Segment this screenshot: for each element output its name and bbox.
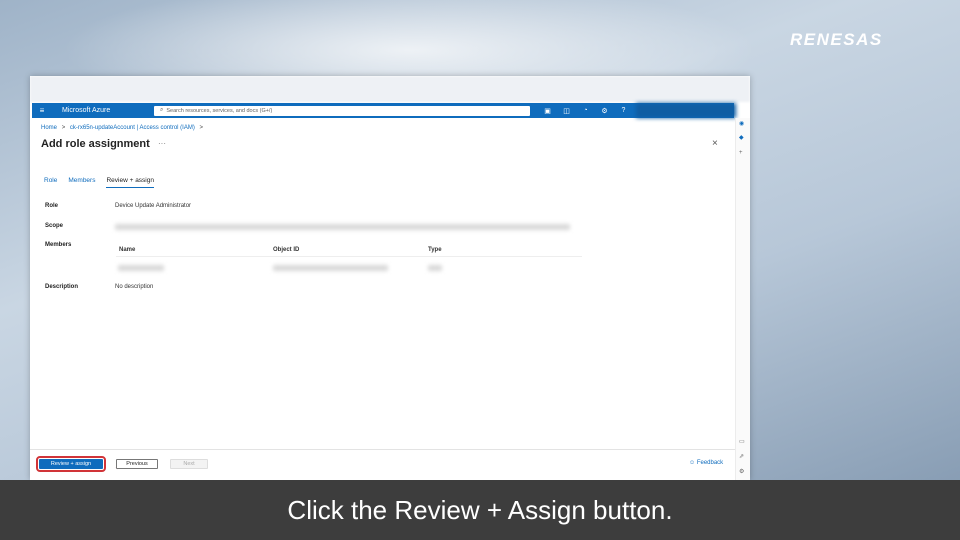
scope-label: Scope bbox=[45, 223, 64, 229]
member-object-id-blurred bbox=[273, 265, 388, 271]
review-assign-button[interactable]: Review + assign bbox=[36, 456, 106, 472]
close-icon[interactable]: × bbox=[712, 138, 718, 149]
tab-bar: Role Members Review + assign bbox=[44, 177, 165, 188]
browser-window: ≡ Microsoft Azure ⌕ Search resources, se… bbox=[30, 76, 750, 480]
members-col-name: Name bbox=[119, 247, 136, 253]
rail-add-icon[interactable]: + bbox=[739, 150, 743, 156]
browser-side-rail: ◉ ◆ + ▭ ⇗ ⚙ bbox=[735, 118, 750, 480]
gear-icon[interactable]: ⚙ bbox=[595, 107, 614, 115]
more-options-icon[interactable]: ··· bbox=[158, 139, 166, 148]
help-icon[interactable]: ? bbox=[614, 107, 633, 115]
bell-icon[interactable]: ◔ bbox=[576, 107, 595, 115]
azure-top-bar: ≡ Microsoft Azure ⌕ Search resources, se… bbox=[32, 103, 734, 118]
breadcrumb-separator: > bbox=[199, 125, 204, 131]
members-label: Members bbox=[45, 242, 72, 248]
member-type-blurred bbox=[428, 265, 442, 271]
next-button: Next bbox=[170, 459, 208, 469]
breadcrumb: Home > ck-rx65n-updateAccount | Access c… bbox=[41, 125, 206, 131]
search-input[interactable]: ⌕ Search resources, services, and docs (… bbox=[154, 105, 530, 116]
rail-settings-icon[interactable]: ⚙ bbox=[739, 468, 744, 475]
search-placeholder: Search resources, services, and docs (G+… bbox=[166, 107, 273, 114]
rail-search-icon[interactable]: ◉ bbox=[739, 120, 744, 127]
scope-value-blurred bbox=[115, 224, 570, 230]
members-col-type: Type bbox=[428, 247, 442, 253]
tab-role[interactable]: Role bbox=[44, 177, 57, 188]
role-label: Role bbox=[45, 203, 59, 209]
tab-review-assign[interactable]: Review + assign bbox=[106, 177, 154, 188]
feedback-link[interactable]: ☺ Feedback bbox=[689, 460, 723, 466]
description-value: No description bbox=[115, 284, 154, 290]
rail-external-icon[interactable]: ⇗ bbox=[739, 453, 744, 460]
page-title: Add role assignment bbox=[41, 138, 150, 150]
hamburger-menu-icon[interactable]: ≡ bbox=[32, 106, 52, 115]
blurred-browser-chrome bbox=[30, 76, 750, 102]
renesas-logo: RENESAS bbox=[790, 30, 883, 49]
topbar-icons: ▣ ◫ ◔ ⚙ ? ☺ bbox=[538, 107, 652, 115]
members-header-divider bbox=[116, 256, 582, 257]
role-value: Device Update Administrator bbox=[115, 203, 192, 209]
description-label: Description bbox=[45, 284, 79, 290]
copilot-icon[interactable]: ◫ bbox=[557, 107, 576, 115]
search-icon: ⌕ bbox=[160, 107, 164, 113]
previous-button[interactable]: Previous bbox=[116, 459, 158, 469]
terminal-icon[interactable]: ▣ bbox=[538, 107, 557, 115]
breadcrumb-home[interactable]: Home bbox=[41, 125, 57, 131]
tutorial-caption: Click the Review + Assign button. bbox=[0, 480, 960, 540]
tab-members[interactable]: Members bbox=[68, 177, 95, 188]
breadcrumb-resource[interactable]: ck-rx65n-updateAccount | Access control … bbox=[70, 125, 195, 131]
member-name-blurred bbox=[118, 265, 164, 271]
feedback-label: Feedback bbox=[696, 460, 724, 466]
rail-split-icon[interactable]: ▭ bbox=[739, 438, 745, 445]
rail-copilot-icon[interactable]: ◆ bbox=[739, 134, 744, 141]
breadcrumb-separator: > bbox=[61, 125, 66, 131]
blurred-account-area bbox=[636, 103, 736, 118]
azure-brand[interactable]: Microsoft Azure bbox=[62, 107, 132, 114]
members-col-object-id: Object ID bbox=[273, 247, 300, 253]
footer-divider bbox=[30, 449, 735, 450]
feedback-icon: ☺ bbox=[689, 460, 696, 466]
